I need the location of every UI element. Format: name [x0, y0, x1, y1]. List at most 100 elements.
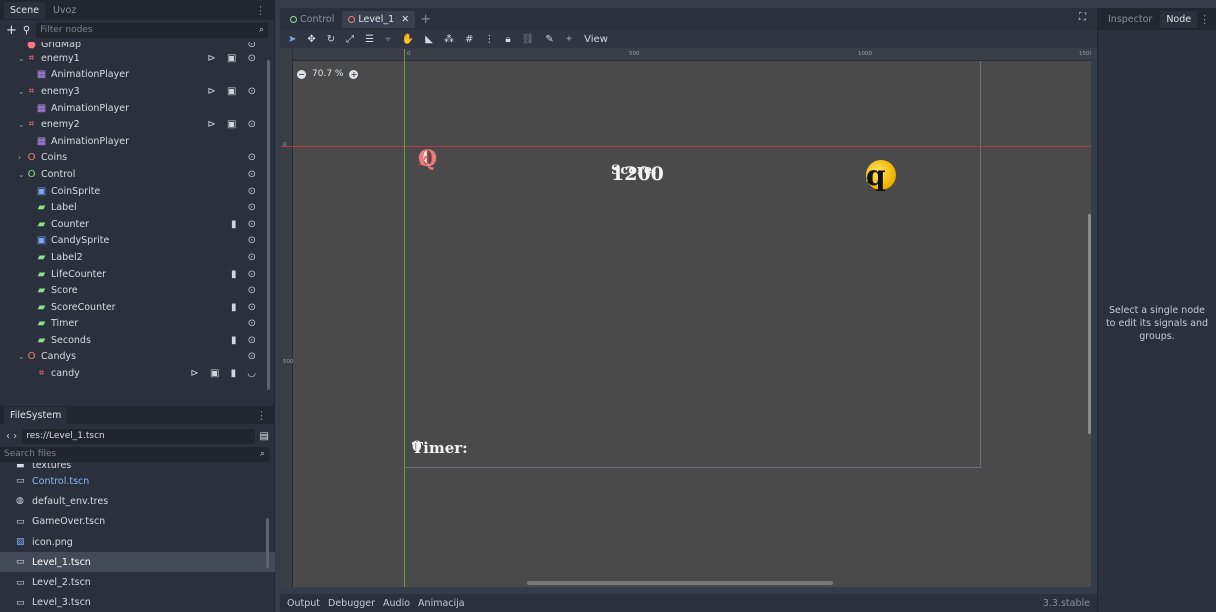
tree-item[interactable]: ▰ ScoreCounter ▮ ⊙: [0, 299, 270, 316]
scene-tab-control[interactable]: Control: [284, 11, 340, 28]
file-item[interactable]: ▭ Level_1.tscn: [0, 552, 275, 573]
tree-item[interactable]: ▦ AnimationPlayer: [0, 100, 270, 117]
tree-item[interactable]: ⌄ O Candys ⊙: [0, 349, 270, 366]
tree-item[interactable]: ⌗ candy ⊳ ▣ ▮ ◡: [0, 365, 270, 382]
tree-item-status-icons[interactable]: ⊳ ▣ ⊙: [207, 86, 260, 97]
tree-item-status-icons[interactable]: ▮ ⊙: [231, 269, 260, 280]
zoom-level[interactable]: 70.7 %: [312, 69, 343, 79]
select-mode-icon[interactable]: ➤: [288, 34, 296, 45]
snap-icon[interactable]: ⁂: [444, 34, 454, 45]
file-item[interactable]: ◍ default_env.tres: [0, 491, 275, 511]
dock-menu-icon[interactable]: ⋮: [255, 4, 266, 17]
tree-item[interactable]: ▰ Label2 ⊙: [0, 249, 270, 266]
tab-animacija[interactable]: Animacija: [418, 598, 465, 609]
ruler-mode-icon[interactable]: ◣: [425, 34, 433, 45]
tree-item[interactable]: ⌄ ⌗ enemy3 ⊳ ▣ ⊙: [0, 83, 270, 100]
viewport-horizontal-scrollbar[interactable]: [527, 581, 833, 585]
tree-item-status-icons[interactable]: ▮ ⊙: [231, 219, 260, 230]
tree-item-status-icons[interactable]: ⊳ ▣ ⊙: [207, 53, 260, 64]
tab-audio[interactable]: Audio: [383, 598, 410, 609]
bone-icon[interactable]: ✎: [545, 34, 553, 45]
filesystem-menu-icon[interactable]: ⋮: [256, 409, 267, 422]
tree-item[interactable]: ▰ Score ⊙: [0, 282, 270, 299]
list-select-icon[interactable]: ☰: [365, 34, 374, 45]
tree-item-status-icons[interactable]: ⊙: [248, 202, 260, 213]
file-item[interactable]: ▨ icon.png: [0, 532, 275, 552]
skeleton-icon[interactable]: ✦: [565, 34, 573, 45]
move-mode-icon[interactable]: ✥: [307, 34, 315, 45]
viewport-vertical-scrollbar[interactable]: [1088, 214, 1091, 434]
scale-mode-icon[interactable]: ⤢: [346, 34, 354, 45]
file-item[interactable]: ▬ textures: [0, 463, 275, 471]
tree-arrow-icon[interactable]: ›: [18, 153, 26, 162]
rotate-mode-icon[interactable]: ↻: [327, 34, 335, 45]
tree-item-status-icons[interactable]: ⊙: [248, 235, 260, 246]
tree-arrow-icon[interactable]: ⌄: [18, 352, 26, 361]
tree-item[interactable]: ▦ AnimationPlayer: [0, 67, 270, 84]
tab-filesystem[interactable]: FileSystem: [4, 406, 68, 424]
view-menu[interactable]: View: [584, 34, 608, 45]
filesystem-path-input[interactable]: res://Level_1.tscn: [22, 428, 255, 444]
pan-mode-icon[interactable]: ✋: [402, 34, 414, 45]
group-icon[interactable]: ⛓: [522, 34, 535, 45]
tree-item-status-icons[interactable]: ⊙: [248, 252, 260, 263]
canvas-viewport[interactable]: 0 500 1000 1500 0 500 − 70.7 % + 1 x Q S…: [281, 49, 1091, 587]
tab-inspector[interactable]: Inspector: [1102, 11, 1158, 28]
nav-back-forward-icon[interactable]: ‹ ›: [6, 431, 17, 442]
new-tab-icon[interactable]: +: [420, 12, 431, 27]
tree-arrow-icon[interactable]: ⌄: [18, 87, 26, 96]
tree-item-status-icons[interactable]: ⊳ ▣ ▮ ◡: [190, 368, 260, 379]
tab-uvoz[interactable]: Uvoz: [47, 2, 82, 19]
tab-output[interactable]: Output: [287, 598, 320, 609]
tree-item[interactable]: ⌄ O Control ⊙: [0, 166, 270, 183]
tree-item-status-icons[interactable]: ⊙: [248, 152, 260, 163]
pivot-icon[interactable]: ⌖: [385, 34, 391, 45]
tab-scene[interactable]: Scene: [4, 1, 45, 19]
tree-item-status-icons[interactable]: ▮ ⊙: [231, 335, 260, 346]
zoom-out-icon[interactable]: −: [297, 69, 306, 79]
tree-item[interactable]: ▦ AnimationPlayer: [0, 133, 270, 150]
tree-item-status-icons[interactable]: ⊳ ▣ ⊙: [207, 119, 260, 130]
instance-scene-icon[interactable]: ⚲: [23, 25, 30, 36]
tree-arrow-icon[interactable]: ⌄: [18, 54, 26, 63]
file-item[interactable]: ▭ Level_2.tscn: [0, 572, 275, 592]
tree-item[interactable]: ▣ CandySprite ⊙: [0, 233, 270, 250]
tree-item-status-icons[interactable]: ⊙: [248, 42, 260, 50]
search-files-input[interactable]: Search files ⌕: [0, 447, 269, 462]
tree-arrow-icon[interactable]: ⌄: [18, 170, 26, 179]
file-item[interactable]: ▭ Level_3.tscn: [0, 593, 275, 612]
tree-item[interactable]: ▰ Timer ⊙: [0, 316, 270, 333]
tree-item-status-icons[interactable]: ▮ ⊙: [231, 302, 260, 313]
tab-node[interactable]: Node: [1160, 10, 1198, 28]
tree-item[interactable]: ▰ Seconds ▮ ⊙: [0, 332, 270, 349]
file-item[interactable]: ▭ GameOver.tscn: [0, 512, 275, 532]
scene-tab-level-1[interactable]: Level_1 ✕: [342, 10, 416, 28]
smart-snap-icon[interactable]: #: [465, 34, 473, 45]
dock-menu-icon[interactable]: ⋮: [1199, 13, 1210, 26]
filter-nodes-input[interactable]: Filter nodes ⌕: [36, 22, 268, 38]
add-node-icon[interactable]: +: [6, 23, 17, 38]
zoom-in-icon[interactable]: +: [349, 69, 359, 79]
split-view-icon[interactable]: ▤: [260, 431, 269, 442]
tree-item[interactable]: › O Coins ⊙: [0, 150, 270, 167]
tree-item[interactable]: ▰ Label ⊙: [0, 199, 270, 216]
file-item[interactable]: ▭ Control.tscn: [0, 471, 275, 491]
file-list-scrollbar[interactable]: [266, 518, 269, 568]
close-tab-icon[interactable]: ✕: [401, 14, 409, 25]
tree-item-status-icons[interactable]: ⊙: [248, 186, 260, 197]
scene-tree-scrollbar[interactable]: [267, 60, 270, 390]
tree-item-status-icons[interactable]: ⊙: [248, 318, 260, 329]
tree-item-status-icons[interactable]: ⊙: [248, 285, 260, 296]
tree-arrow-icon[interactable]: ⌄: [18, 120, 26, 129]
tree-item[interactable]: ⌄ ⌗ enemy2 ⊳ ▣ ⊙: [0, 116, 270, 133]
tab-debugger[interactable]: Debugger: [328, 598, 375, 609]
tree-item[interactable]: ▣ CoinSprite ⊙: [0, 183, 270, 200]
tree-item[interactable]: ⌄ ⌗ enemy1 ⊳ ▣ ⊙: [0, 50, 270, 67]
tree-item-status-icons[interactable]: ⊙: [248, 169, 260, 180]
tree-item[interactable]: ⬣ GridMap ⊙: [0, 42, 270, 50]
tree-item[interactable]: ▰ Counter ▮ ⊙: [0, 216, 270, 233]
tree-item[interactable]: ▰ LifeCounter ▮ ⊙: [0, 266, 270, 283]
lock-icon[interactable]: 🔒︎: [505, 34, 510, 45]
tree-item-status-icons[interactable]: ⊙: [248, 351, 260, 362]
distraction-free-icon[interactable]: ⛶: [1079, 12, 1086, 23]
